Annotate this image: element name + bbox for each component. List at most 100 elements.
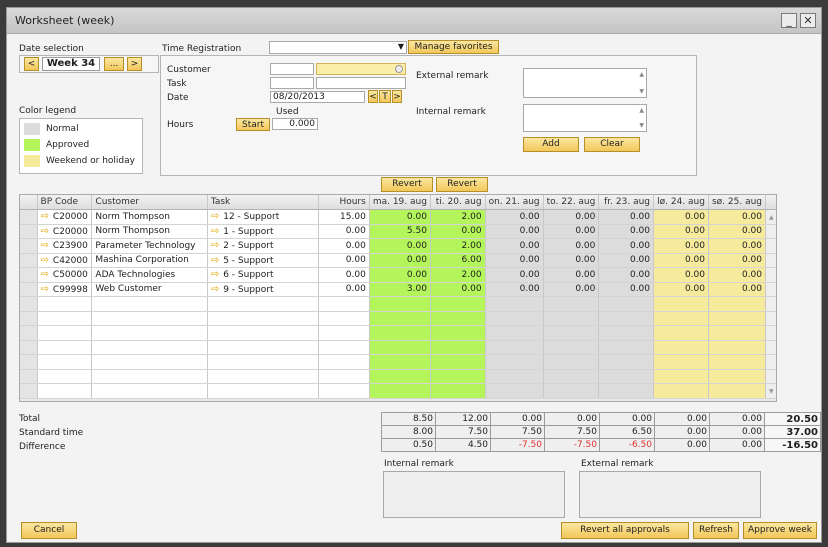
column-header[interactable]: lø. 24. aug — [653, 195, 709, 210]
day-hours-cell[interactable]: 0.00 — [430, 282, 486, 297]
row-selector[interactable] — [20, 369, 38, 384]
empty-cell[interactable] — [37, 325, 93, 341]
empty-day-cell[interactable] — [653, 296, 709, 312]
approve-week-button[interactable]: Approve week — [743, 522, 817, 539]
empty-day-cell[interactable] — [485, 354, 544, 370]
empty-day-cell[interactable] — [543, 369, 600, 384]
empty-cell[interactable] — [207, 369, 320, 384]
empty-day-cell[interactable] — [543, 354, 600, 370]
empty-day-cell[interactable] — [708, 354, 767, 370]
link-arrow-icon[interactable]: ⇨ — [211, 211, 219, 222]
row-selector[interactable] — [20, 383, 38, 399]
task-name-input[interactable] — [316, 77, 406, 89]
empty-day-cell[interactable] — [485, 296, 544, 312]
empty-day-cell[interactable] — [708, 325, 767, 341]
day-hours-cell[interactable]: 0.00 — [369, 238, 431, 254]
day-hours-cell[interactable]: 0.00 — [708, 238, 767, 254]
empty-day-cell[interactable] — [653, 340, 709, 355]
day-hours-cell[interactable]: 0.00 — [485, 253, 544, 268]
empty-day-cell[interactable] — [430, 383, 486, 399]
empty-day-cell[interactable] — [598, 311, 655, 326]
row-selector[interactable] — [20, 282, 38, 297]
day-hours-cell[interactable]: 0.00 — [653, 253, 709, 268]
empty-day-cell[interactable] — [430, 340, 486, 355]
empty-cell[interactable] — [207, 296, 320, 312]
empty-cell[interactable] — [318, 369, 370, 384]
day-hours-cell[interactable]: 0.00 — [598, 282, 655, 297]
empty-day-cell[interactable] — [543, 340, 600, 355]
column-header[interactable]: ti. 20. aug — [430, 195, 486, 210]
row-selector[interactable] — [20, 311, 38, 326]
empty-day-cell[interactable] — [543, 296, 600, 312]
empty-day-cell[interactable] — [369, 311, 431, 326]
day-hours-cell[interactable]: 0.00 — [543, 267, 600, 283]
empty-cell[interactable] — [318, 296, 370, 312]
day-hours-cell[interactable]: 0.00 — [708, 282, 767, 297]
scrollbar-track[interactable] — [765, 325, 776, 341]
day-hours-cell[interactable]: 0.00 — [598, 224, 655, 239]
bottom-external-remark[interactable] — [579, 471, 761, 518]
scrollbar-track[interactable] — [765, 224, 776, 239]
scrollbar-track[interactable] — [765, 354, 776, 370]
empty-day-cell[interactable] — [653, 354, 709, 370]
day-hours-cell[interactable]: 0.00 — [598, 209, 655, 225]
scrollbar-track[interactable] — [765, 238, 776, 254]
next-week-button[interactable]: > — [127, 57, 142, 71]
row-selector[interactable] — [20, 340, 38, 355]
day-hours-cell[interactable]: 0.00 — [598, 267, 655, 283]
row-selector[interactable] — [20, 267, 38, 283]
link-arrow-icon[interactable]: ⇨ — [211, 226, 219, 237]
link-arrow-icon[interactable]: ⇨ — [41, 240, 49, 251]
column-header[interactable]: Task — [207, 195, 320, 210]
day-hours-cell[interactable]: 0.00 — [369, 209, 431, 225]
link-arrow-icon[interactable]: ⇨ — [211, 255, 219, 266]
empty-day-cell[interactable] — [369, 354, 431, 370]
date-next-button[interactable]: > — [392, 90, 402, 103]
row-selector[interactable] — [20, 209, 38, 225]
link-arrow-icon[interactable]: ⇨ — [211, 269, 219, 280]
column-header[interactable]: fr. 23. aug — [598, 195, 655, 210]
empty-day-cell[interactable] — [369, 325, 431, 341]
empty-row[interactable] — [20, 325, 776, 341]
empty-day-cell[interactable] — [430, 311, 486, 326]
empty-day-cell[interactable] — [543, 383, 600, 399]
row-selector[interactable] — [20, 354, 38, 370]
table-row[interactable]: ⇨ C42000 Mashina Corporation ⇨ 5 - Support 0.… — [20, 253, 776, 268]
revert-all-approvals-button[interactable]: Revert all approvals — [561, 522, 689, 539]
day-hours-cell[interactable]: 5.50 — [369, 224, 431, 239]
empty-cell[interactable] — [318, 311, 370, 326]
empty-row[interactable] — [20, 369, 776, 384]
day-hours-cell[interactable]: 0.00 — [485, 238, 544, 254]
start-button[interactable]: Start — [236, 118, 270, 131]
empty-day-cell[interactable] — [708, 340, 767, 355]
empty-cell[interactable] — [37, 369, 93, 384]
empty-day-cell[interactable] — [430, 354, 486, 370]
day-hours-cell[interactable]: 0.00 — [708, 267, 767, 283]
day-hours-cell[interactable]: 0.00 — [369, 253, 431, 268]
scrollbar-track[interactable] — [765, 296, 776, 312]
empty-row[interactable]: ▼ — [20, 383, 776, 399]
empty-cell[interactable] — [207, 354, 320, 370]
internal-remark-input[interactable]: ▲ ▼ — [523, 104, 647, 132]
column-header[interactable]: to. 22. aug — [543, 195, 600, 210]
empty-day-cell[interactable] — [653, 383, 709, 399]
scrollbar-track[interactable] — [765, 253, 776, 268]
empty-cell[interactable] — [37, 340, 93, 355]
day-hours-cell[interactable]: 2.00 — [430, 267, 486, 283]
empty-day-cell[interactable] — [598, 296, 655, 312]
empty-day-cell[interactable] — [653, 369, 709, 384]
prev-week-button[interactable]: < — [24, 57, 39, 71]
table-row[interactable]: ⇨ C20000 Norm Thompson ⇨ 12 - Support 15.00 0.… — [20, 209, 776, 225]
empty-day-cell[interactable] — [430, 325, 486, 341]
time-registration-dropdown[interactable]: ▼ — [269, 41, 407, 54]
scrollbar-track[interactable] — [765, 282, 776, 297]
day-hours-cell[interactable]: 0.00 — [653, 282, 709, 297]
link-arrow-icon[interactable]: ⇨ — [41, 269, 49, 280]
day-hours-cell[interactable]: 0.00 — [598, 253, 655, 268]
empty-day-cell[interactable] — [653, 311, 709, 326]
table-row[interactable]: ⇨ C20000 Norm Thompson ⇨ 1 - Support 0.00 5.50… — [20, 224, 776, 239]
clear-button[interactable]: Clear — [584, 137, 640, 152]
scrollbar-track[interactable] — [765, 369, 776, 384]
empty-day-cell[interactable] — [598, 325, 655, 341]
manage-favorites-button[interactable]: Manage favorites — [408, 40, 499, 54]
